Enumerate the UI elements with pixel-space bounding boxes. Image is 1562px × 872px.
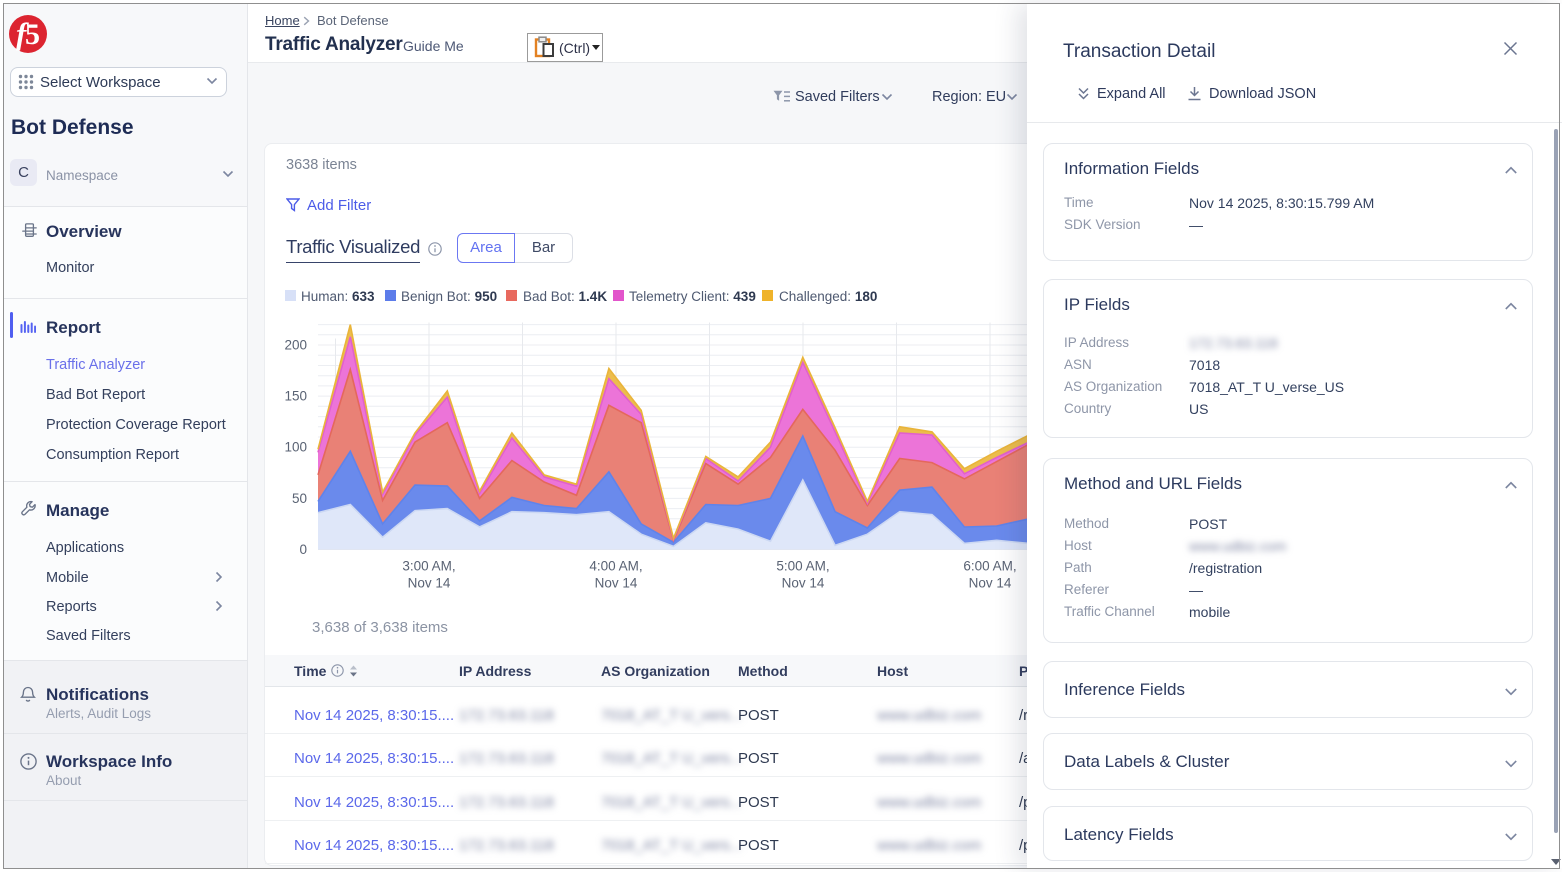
svg-text:200: 200 (284, 338, 307, 353)
svg-text:5: 5 (25, 18, 40, 51)
svg-text:Nov 14: Nov 14 (408, 576, 451, 591)
svg-text:6:00 AM,: 6:00 AM, (963, 559, 1016, 574)
svg-text:150: 150 (284, 389, 307, 404)
svg-text:50: 50 (292, 491, 307, 506)
svg-text:Nov 14: Nov 14 (595, 576, 638, 591)
svg-text:5:00 AM,: 5:00 AM, (776, 559, 829, 574)
svg-text:0: 0 (299, 542, 307, 557)
svg-text:4:00 AM,: 4:00 AM, (589, 559, 642, 574)
svg-text:3:00 AM,: 3:00 AM, (402, 559, 455, 574)
svg-text:Nov 14: Nov 14 (969, 576, 1012, 591)
svg-text:100: 100 (284, 440, 307, 455)
svg-text:Nov 14: Nov 14 (782, 576, 825, 591)
